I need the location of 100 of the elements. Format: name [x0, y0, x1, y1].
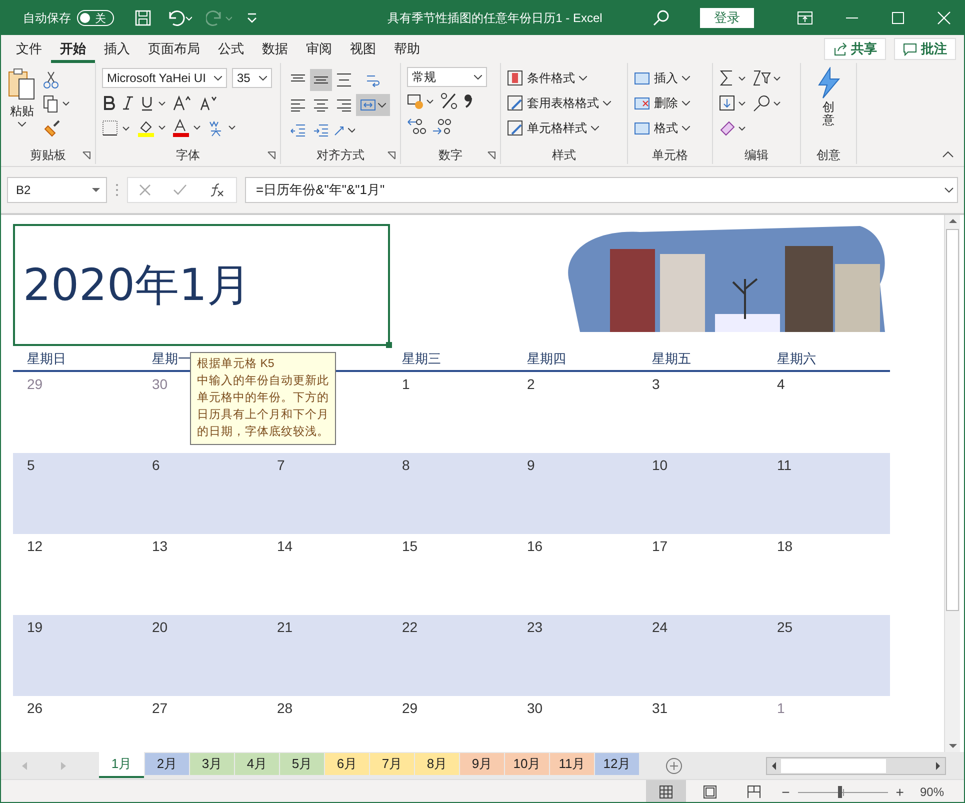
styles-menu-button[interactable]: 条件格式 — [507, 67, 621, 89]
day-number[interactable]: 4 — [777, 376, 785, 392]
sheet-tab[interactable]: 1月 — [99, 752, 144, 778]
ribbon-display-icon[interactable] — [797, 11, 813, 25]
ribbon-tab[interactable]: 数据 — [253, 35, 297, 63]
font-color-icon[interactable] — [172, 119, 202, 137]
sheet-tab[interactable]: 2月 — [145, 753, 189, 775]
sort-filter-icon[interactable] — [752, 69, 782, 87]
day-number[interactable]: 7 — [277, 457, 285, 473]
ribbon-tab[interactable]: 页面布局 — [139, 35, 209, 63]
day-number[interactable]: 31 — [652, 700, 668, 716]
fill-down-icon[interactable] — [719, 94, 747, 112]
day-number[interactable]: 10 — [652, 457, 668, 473]
sheet-tab[interactable]: 7月 — [370, 753, 414, 775]
insert-function-icon[interactable] — [209, 183, 225, 197]
collapse-ribbon-icon[interactable] — [942, 150, 954, 158]
sum-icon[interactable] — [719, 69, 747, 87]
name-box[interactable]: B2 — [7, 177, 107, 203]
dialog-launcher-icon[interactable] — [387, 151, 396, 160]
day-number[interactable]: 2 — [527, 376, 535, 392]
sheet-tab[interactable]: 5月 — [280, 753, 324, 775]
ideas-button[interactable]: 创意 — [816, 67, 842, 146]
day-number[interactable]: 25 — [777, 619, 793, 635]
zoom-in-button[interactable]: + — [892, 784, 908, 800]
dialog-launcher-icon[interactable] — [82, 151, 91, 160]
sheet-tab[interactable]: 12月 — [595, 753, 639, 775]
sheet-tab[interactable]: 6月 — [325, 753, 369, 775]
horizontal-scrollbar[interactable] — [766, 756, 946, 774]
sheet-tab[interactable]: 8月 — [415, 753, 459, 775]
scroll-right-icon[interactable] — [935, 762, 941, 770]
day-number[interactable]: 20 — [152, 619, 168, 635]
zoom-slider[interactable] — [798, 786, 888, 798]
styles-menu-button[interactable]: 单元格样式 — [507, 117, 621, 139]
day-number[interactable]: 26 — [27, 700, 43, 716]
eraser-icon[interactable] — [719, 119, 747, 137]
day-number[interactable]: 21 — [277, 619, 293, 635]
styles-menu-button[interactable]: 套用表格格式 — [507, 92, 621, 114]
font-name-field[interactable]: Microsoft YaHei UI — [102, 68, 227, 88]
increase-decimal-icon[interactable] — [407, 117, 427, 135]
paste-button[interactable]: 粘贴 — [7, 67, 37, 146]
scroll-up-icon[interactable] — [948, 218, 956, 224]
customize-caret-icon[interactable] — [246, 12, 258, 24]
sheet-tab[interactable]: 11月 — [550, 753, 594, 775]
zoom-out-button[interactable]: − — [778, 784, 794, 800]
day-number[interactable]: 15 — [402, 538, 418, 554]
comments-button[interactable]: 批注 — [894, 38, 956, 60]
login-button[interactable]: 登录 — [700, 8, 754, 28]
ribbon-tab[interactable]: 开始 — [51, 35, 95, 63]
day-number[interactable]: 11 — [777, 457, 792, 473]
day-number[interactable]: 17 — [652, 538, 668, 554]
day-number[interactable]: 29 — [402, 700, 418, 716]
day-number[interactable]: 27 — [152, 700, 168, 716]
day-number[interactable]: 13 — [152, 538, 168, 554]
currency-format-icon[interactable] — [407, 92, 435, 110]
ribbon-tab[interactable]: 公式 — [209, 35, 253, 63]
day-number[interactable]: 8 — [402, 457, 410, 473]
share-button[interactable]: 共享 — [824, 38, 886, 60]
day-number[interactable]: 3 — [652, 376, 660, 392]
day-number[interactable]: 6 — [152, 457, 160, 473]
phonetic-icon[interactable] — [207, 119, 237, 137]
day-number[interactable]: 14 — [277, 538, 293, 554]
day-number[interactable]: 18 — [777, 538, 793, 554]
formula-field[interactable]: =日历年份&"年"&"1月" — [245, 177, 958, 203]
vertical-scrollbar[interactable] — [944, 215, 960, 752]
align-button[interactable] — [310, 69, 332, 91]
calendar-title[interactable]: 2020年1月 — [13, 224, 390, 346]
underline-icon[interactable] — [140, 95, 168, 111]
search-icon[interactable] — [652, 9, 670, 27]
comma-style-icon[interactable] — [463, 92, 473, 110]
normal-view-button[interactable] — [646, 780, 686, 802]
ribbon-tab[interactable]: 文件 — [7, 35, 51, 63]
format-painter-icon[interactable] — [43, 119, 61, 137]
dialog-launcher-icon[interactable] — [487, 151, 496, 160]
day-number[interactable]: 23 — [527, 619, 543, 635]
day-number[interactable]: 12 — [27, 538, 43, 554]
decrease-decimal-icon[interactable] — [432, 117, 452, 135]
day-number[interactable]: 22 — [402, 619, 418, 635]
cells-menu-button[interactable]: 删除 — [634, 92, 706, 114]
italic-icon[interactable] — [121, 95, 135, 111]
autosave-toggle[interactable]: 关 — [77, 10, 114, 26]
sheet-tab[interactable]: 9月 — [460, 753, 504, 775]
number-format-field[interactable]: 常规 — [407, 67, 487, 87]
save-icon[interactable] — [134, 9, 152, 27]
add-sheet-icon[interactable] — [665, 756, 683, 774]
borders-icon[interactable] — [102, 120, 132, 136]
ribbon-tab[interactable]: 帮助 — [385, 35, 429, 63]
close-icon[interactable] — [937, 11, 951, 25]
search-icon[interactable] — [752, 94, 782, 112]
day-number[interactable]: 30 — [152, 376, 168, 392]
fill-color-icon[interactable] — [137, 119, 167, 137]
ribbon-tab[interactable]: 插入 — [95, 35, 139, 63]
scroll-left-icon[interactable] — [771, 762, 777, 770]
day-number[interactable]: 1 — [777, 700, 785, 716]
ribbon-tab[interactable]: 审阅 — [297, 35, 341, 63]
zoom-level[interactable]: 90% — [920, 785, 944, 799]
day-number[interactable]: 9 — [527, 457, 535, 473]
day-number[interactable]: 5 — [27, 457, 35, 473]
day-number[interactable]: 19 — [27, 619, 43, 635]
sheet-tab[interactable]: 4月 — [235, 753, 279, 775]
day-number[interactable]: 28 — [277, 700, 293, 716]
